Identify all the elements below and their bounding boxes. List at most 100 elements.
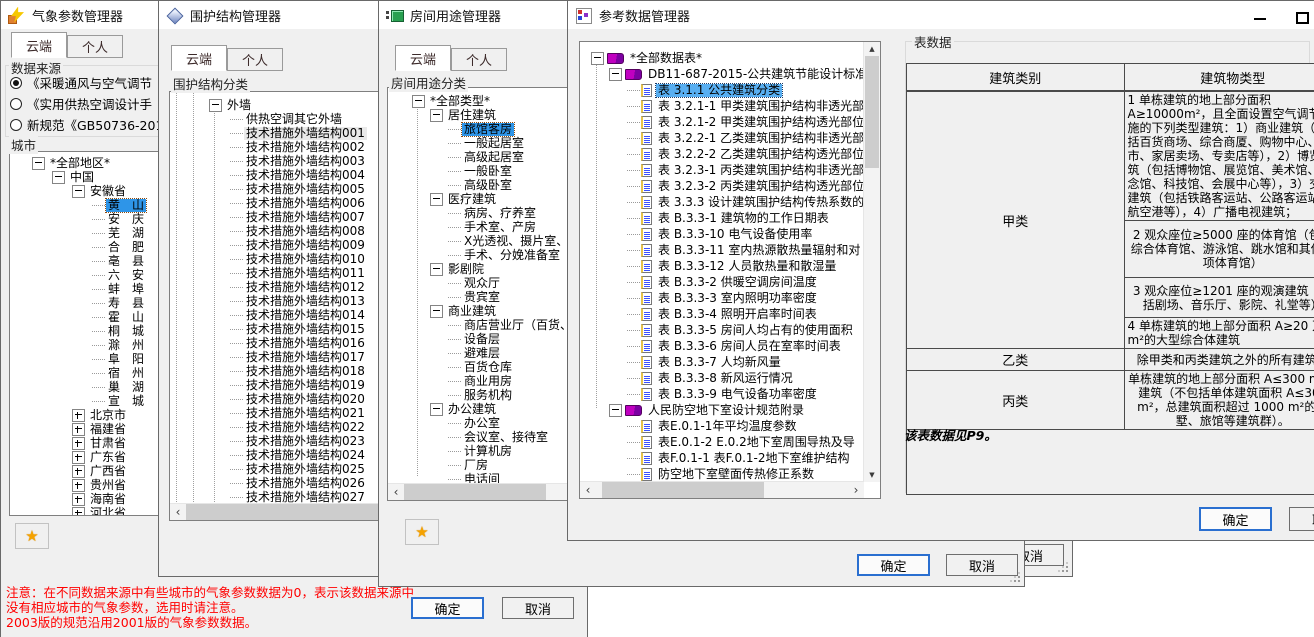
radio-selected-icon[interactable] bbox=[10, 77, 22, 89]
collapse-toggle-icon[interactable] bbox=[430, 263, 443, 276]
collapse-toggle-icon[interactable] bbox=[72, 185, 85, 198]
tree-connector bbox=[230, 231, 243, 232]
tree-item[interactable]: 表 B.3.3-7 人均新风量 bbox=[580, 354, 880, 370]
tree-item[interactable]: 表 B.3.3-10 电气设备使用率 bbox=[580, 226, 880, 242]
tab-personal[interactable]: 个人 bbox=[227, 48, 283, 71]
tree-item[interactable]: 表 3.3.3 设计建筑围护结构传热系数的 bbox=[580, 194, 880, 210]
tree-item[interactable]: 表E.0.1-1年平均温度参数 bbox=[580, 418, 880, 434]
collapse-toggle-icon[interactable] bbox=[52, 171, 65, 184]
cancel-button[interactable]: 取消 bbox=[502, 597, 574, 619]
scroll-left-icon[interactable]: ‹ bbox=[388, 484, 404, 500]
tree-item[interactable]: 表 B.3.3-11 室内热源散热量辐射和对 bbox=[580, 242, 880, 258]
minimize-button[interactable] bbox=[1254, 18, 1266, 20]
ok-button[interactable]: 确定 bbox=[1199, 507, 1272, 531]
radio-source-3[interactable]: 新规范《GB50736-2012 bbox=[10, 115, 171, 134]
collapse-toggle-icon[interactable] bbox=[591, 52, 604, 65]
tree-item[interactable]: 表 3.2.1-2 甲类建筑围护结构透光部位 bbox=[580, 114, 880, 130]
tree-item-label: 技术措施外墙结构011 bbox=[244, 267, 367, 280]
tree-item-label: 防空地下室壁面传热修正系数 bbox=[656, 468, 816, 481]
tree-connector bbox=[627, 170, 640, 171]
scrollbar-thumb[interactable] bbox=[602, 482, 764, 498]
tree-item[interactable]: 表 B.3.3-4 照明开启率时间表 bbox=[580, 306, 880, 322]
expand-toggle-icon[interactable] bbox=[72, 423, 85, 436]
maximize-button[interactable] bbox=[1296, 12, 1309, 24]
collapse-toggle-icon[interactable] bbox=[609, 68, 622, 81]
tree-item[interactable]: 表 3.2.1-1 甲类建筑围护结构非透光部 bbox=[580, 98, 880, 114]
ok-button[interactable]: 确定 bbox=[411, 597, 484, 619]
collapse-toggle-icon[interactable] bbox=[430, 193, 443, 206]
tree-item[interactable]: 表 B.3.3-12 人员散热量和散湿量 bbox=[580, 258, 880, 274]
tree-item[interactable]: 表 3.2.2-1 乙类建筑围护结构非透光部 bbox=[580, 130, 880, 146]
tree-item[interactable]: 表 B.3.3-2 供暖空调房间温度 bbox=[580, 274, 880, 290]
vertical-scrollbar[interactable]: ▲ ▼ bbox=[863, 42, 880, 482]
radio-icon[interactable] bbox=[10, 119, 22, 131]
tree-item[interactable]: 表 B.3.3-3 室内照明功率密度 bbox=[580, 290, 880, 306]
tree-item[interactable]: 表 B.3.3-6 房间人员在室率时间表 bbox=[580, 338, 880, 354]
expand-toggle-icon[interactable] bbox=[72, 507, 85, 517]
favorite-button[interactable]: ★ bbox=[405, 519, 439, 545]
tree-item[interactable]: 表 B.3.3-5 房间人均占有的使用面积 bbox=[580, 322, 880, 338]
tree-item[interactable]: 表 3.2.3-1 丙类建筑围护结构非透光部 bbox=[580, 162, 880, 178]
collapse-toggle-icon[interactable] bbox=[430, 109, 443, 122]
tree-item[interactable]: *全部数据表* bbox=[580, 50, 880, 66]
tree-connector bbox=[448, 185, 461, 186]
favorite-button[interactable]: ★ bbox=[15, 523, 49, 549]
tree-connector bbox=[230, 427, 243, 428]
scroll-down-icon[interactable]: ▼ bbox=[864, 468, 880, 482]
expand-toggle-icon[interactable] bbox=[72, 437, 85, 450]
radio-source-2[interactable]: 《实用供热空调设计手 bbox=[10, 94, 152, 113]
cancel-button[interactable]: 取消 bbox=[946, 554, 1018, 576]
tree-item-label: 手术室、产房 bbox=[462, 221, 538, 234]
expand-toggle-icon[interactable] bbox=[72, 465, 85, 478]
tree-item[interactable]: 表 B.3.3-8 新风运行情况 bbox=[580, 370, 880, 386]
scroll-up-icon[interactable]: ▲ bbox=[864, 42, 880, 56]
tree-item[interactable]: 表F.0.1-1 表F.0.1-2地下室维护结构 bbox=[580, 450, 880, 466]
expand-toggle-icon[interactable] bbox=[72, 409, 85, 422]
doc-icon bbox=[641, 276, 652, 289]
collapse-toggle-icon[interactable] bbox=[430, 403, 443, 416]
tab-personal[interactable]: 个人 bbox=[451, 48, 507, 71]
tree-item[interactable]: 防空地下室壁面传热修正系数 bbox=[580, 466, 880, 482]
scroll-left-icon[interactable]: ‹ bbox=[580, 482, 596, 498]
tree-item[interactable]: DB11-687-2015-公共建筑节能设计标准 bbox=[580, 66, 880, 82]
scroll-left-icon[interactable]: ‹ bbox=[170, 504, 186, 520]
cancel-button[interactable]: 取消 bbox=[1289, 507, 1314, 531]
tree-item-label: 技术措施外墙结构026 bbox=[244, 477, 367, 490]
collapse-toggle-icon[interactable] bbox=[609, 404, 622, 417]
collapse-toggle-icon[interactable] bbox=[430, 305, 443, 318]
resize-grip[interactable] bbox=[1066, 570, 1068, 572]
radio-icon[interactable] bbox=[10, 98, 22, 110]
collapse-toggle-icon[interactable] bbox=[412, 95, 425, 108]
collapse-toggle-icon[interactable] bbox=[209, 99, 222, 112]
tree-item[interactable]: 表 B.3.3-9 电气设备功率密度 bbox=[580, 386, 880, 402]
expand-toggle-icon[interactable] bbox=[72, 451, 85, 464]
tab-cloud[interactable]: 云端 bbox=[395, 45, 451, 71]
tab-personal[interactable]: 个人 bbox=[67, 35, 123, 58]
tree-item-label: 寿 县 bbox=[106, 297, 146, 310]
tree-item-label: 贵州省 bbox=[88, 479, 128, 492]
doc-icon bbox=[641, 196, 652, 209]
collapse-toggle-icon[interactable] bbox=[32, 157, 45, 170]
tab-cloud[interactable]: 云端 bbox=[171, 45, 227, 71]
scrollbar-thumb[interactable] bbox=[865, 56, 879, 168]
doc-icon bbox=[641, 260, 652, 273]
scroll-right-icon[interactable]: › bbox=[848, 482, 864, 498]
tree-item[interactable]: 人民防空地下室设计规范附录 bbox=[580, 402, 880, 418]
tab-cloud[interactable]: 云端 bbox=[11, 32, 67, 58]
tree-item[interactable]: 表 3.1.1 公共建筑分类 bbox=[580, 82, 880, 98]
tree-item[interactable]: 表 B.3.3-1 建筑物的工作日期表 bbox=[580, 210, 880, 226]
tree-item[interactable]: 表E.0.1-2 E.0.2地下室周围导热及导 bbox=[580, 434, 880, 450]
scrollbar-thumb[interactable] bbox=[404, 484, 546, 500]
expand-toggle-icon[interactable] bbox=[72, 493, 85, 506]
tree-connector bbox=[627, 442, 640, 443]
resize-grip[interactable] bbox=[1018, 580, 1020, 582]
tree-connector bbox=[448, 143, 461, 144]
ok-button[interactable]: 确定 bbox=[857, 554, 930, 576]
titlebar-reference[interactable]: 参考数据管理器 bbox=[568, 1, 1314, 30]
expand-toggle-icon[interactable] bbox=[72, 479, 85, 492]
window-title: 房间用途管理器 bbox=[410, 6, 501, 25]
window-title: 气象参数管理器 bbox=[32, 6, 123, 25]
horizontal-scrollbar[interactable]: ‹ › bbox=[580, 481, 864, 498]
tree-item[interactable]: 表 3.2.2-2 乙类建筑围护结构透光部位 bbox=[580, 146, 880, 162]
tree-item[interactable]: 表 3.2.3-2 丙类建筑围护结构透光部位 bbox=[580, 178, 880, 194]
